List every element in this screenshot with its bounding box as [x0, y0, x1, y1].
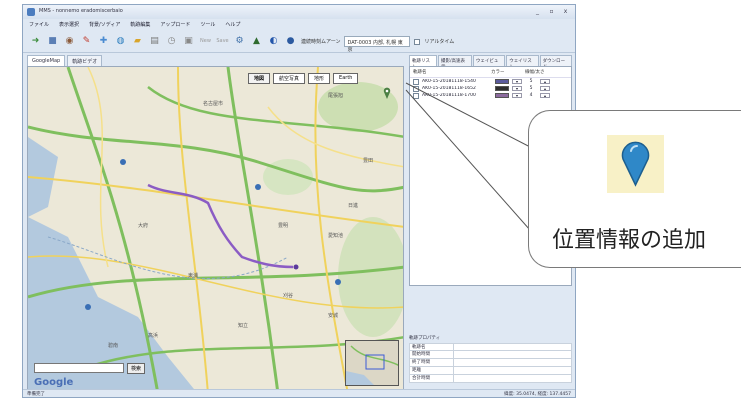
callout-bubble: 位置情報の追加	[528, 110, 741, 268]
map-pin-icon	[621, 141, 650, 187]
callout-label: 位置情報の追加	[552, 228, 707, 253]
callout-icon-background	[607, 135, 664, 193]
